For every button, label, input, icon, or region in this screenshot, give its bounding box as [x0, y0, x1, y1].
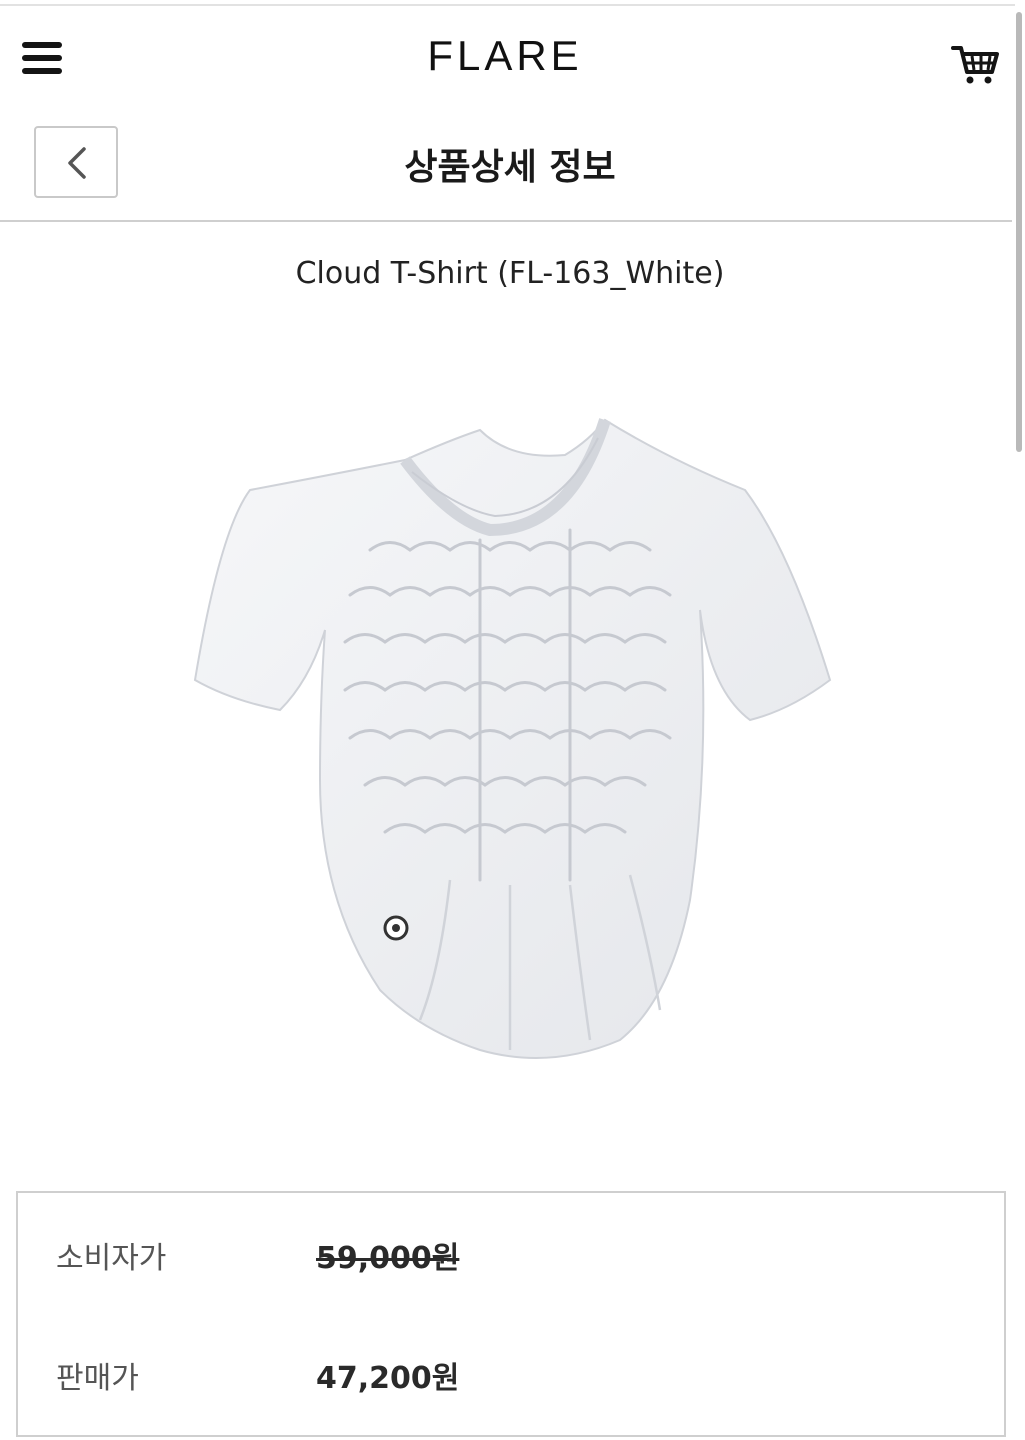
shopping-cart-icon[interactable] — [950, 42, 1000, 86]
scrollbar-thumb[interactable] — [1016, 12, 1022, 452]
subheader-divider — [0, 220, 1012, 222]
page-title: 상품상세 정보 — [404, 147, 616, 188]
top-divider — [0, 4, 1015, 6]
brand-logo[interactable]: FLARE — [0, 32, 1010, 80]
scrollbar[interactable] — [1015, 0, 1025, 1440]
retail-price-row: 소비자가 59,000원 — [18, 1223, 1004, 1283]
retail-price-value: 59,000원 — [316, 1241, 460, 1276]
price-info-box: 소비자가 59,000원 판매가 47,200원 — [16, 1191, 1006, 1437]
sale-price-row: 판매가 47,200원 — [18, 1343, 1004, 1403]
product-detail-page: FLARE 상품상세 정보 Cloud T-Shirt (FL-163_Whit… — [0, 0, 1025, 1440]
sale-price-label: 판매가 — [56, 1361, 139, 1396]
sale-price-value: 47,200원 — [316, 1361, 460, 1396]
retail-price-label: 소비자가 — [56, 1241, 167, 1276]
product-name: Cloud T-Shirt (FL-163_White) — [295, 256, 725, 291]
page-subheader: 상품상세 정보 — [0, 120, 1010, 220]
app-header: FLARE — [0, 8, 1010, 108]
product-image[interactable] — [150, 380, 870, 1100]
